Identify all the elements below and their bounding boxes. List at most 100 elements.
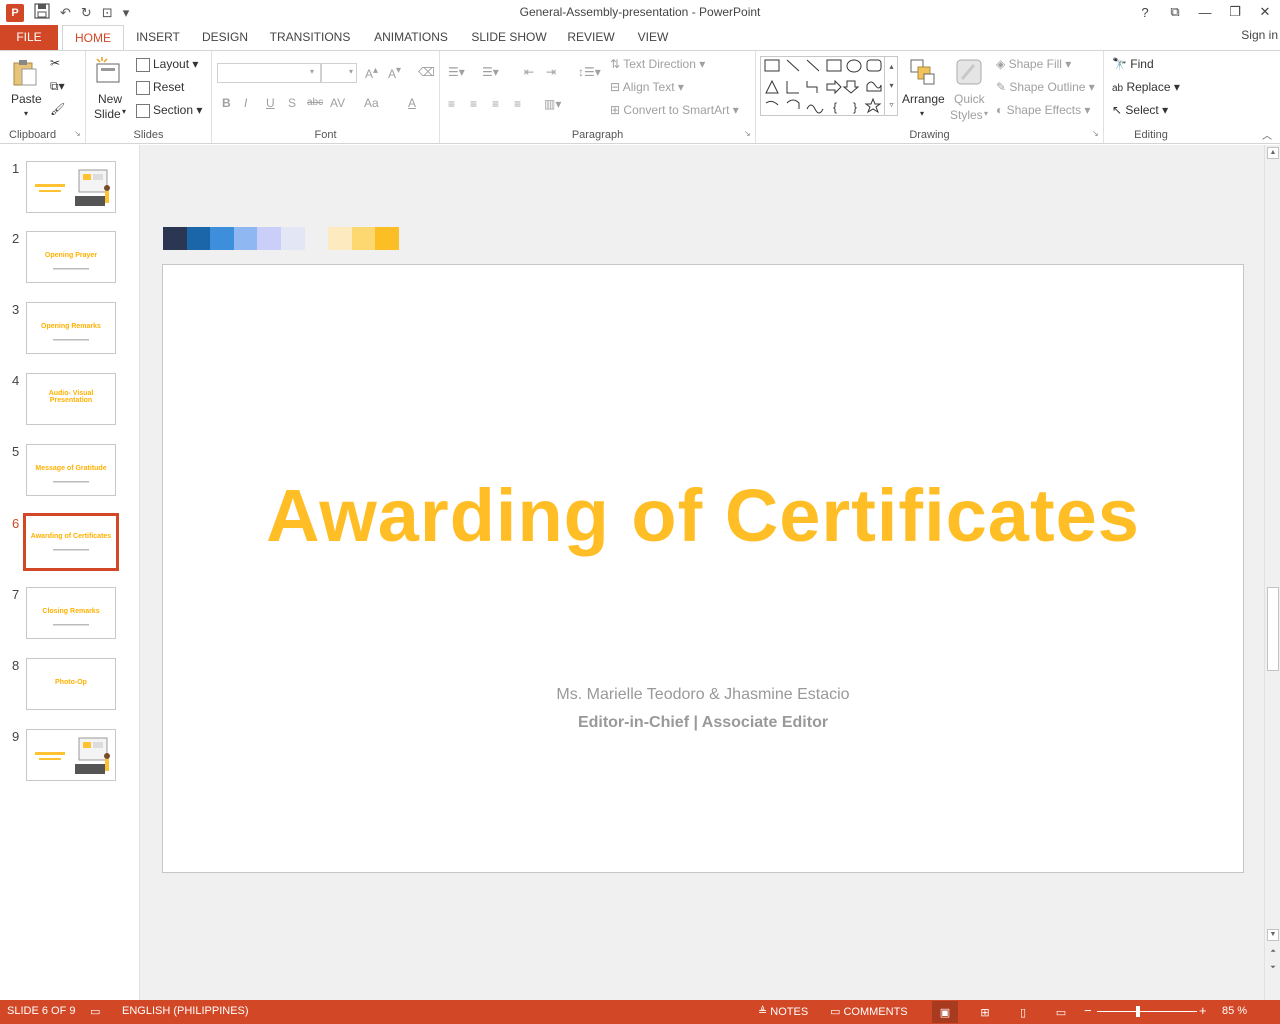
new-slide-icon[interactable] <box>94 56 124 86</box>
align-left-icon[interactable]: ≡ <box>448 97 455 111</box>
increase-indent-icon[interactable]: ⇥ <box>546 65 556 79</box>
format-painter-icon[interactable]: 🖌 <box>50 102 65 116</box>
tab-review[interactable]: REVIEW <box>562 25 620 50</box>
slide-thumbnail-6[interactable]: Awarding of Certificates <box>23 513 119 571</box>
font-color-button[interactable]: A <box>408 96 416 110</box>
normal-view-icon[interactable]: ▣ <box>932 1001 958 1023</box>
previous-slide-icon[interactable]: ⏶ <box>1267 947 1279 959</box>
thumbnail-row-6[interactable]: 6 Awarding of Certificates <box>0 513 140 576</box>
arrange-dropdown-icon[interactable]: ▾ <box>920 109 924 118</box>
replace-button[interactable]: ab Replace ▾ <box>1112 80 1180 94</box>
slide-thumbnail-2[interactable]: Opening Prayer <box>26 231 116 283</box>
slide-presenter-names[interactable]: Ms. Marielle Teodoro & Jhasmine Estacio <box>163 686 1243 704</box>
scroll-down-icon[interactable]: ▼ <box>1267 929 1279 941</box>
quick-styles-dropdown-icon[interactable]: ▾ <box>984 109 988 118</box>
slide-thumbnail-7[interactable]: Closing Remarks <box>26 587 116 639</box>
align-center-icon[interactable]: ≡ <box>470 97 477 111</box>
tab-file[interactable]: FILE <box>0 25 58 50</box>
tab-slide-show[interactable]: SLIDE SHOW <box>466 25 552 50</box>
decrease-font-size-icon[interactable]: A▾ <box>388 65 401 81</box>
slide-show-view-icon[interactable]: ▭ <box>1048 1001 1074 1023</box>
spelling-check-icon[interactable]: ▭ <box>90 1005 100 1018</box>
paste-dropdown-icon[interactable]: ▾ <box>24 109 28 118</box>
copy-icon[interactable]: ⧉▾ <box>50 79 65 94</box>
section-button[interactable]: Section ▾ <box>136 103 202 118</box>
text-shadow-button[interactable]: S <box>288 96 296 110</box>
new-slide-label-1[interactable]: New <box>98 92 122 106</box>
shape-fill-button[interactable]: ◈ Shape Fill ▾ <box>996 57 1071 71</box>
current-slide[interactable]: Awarding of Certificates Ms. Marielle Te… <box>162 264 1244 873</box>
slide-presenter-roles[interactable]: Editor-in-Chief | Associate Editor <box>163 714 1243 732</box>
slide-thumbnail-1[interactable] <box>26 161 116 213</box>
reset-button[interactable]: Reset <box>136 80 184 95</box>
quick-styles-label-2[interactable]: Styles <box>950 108 983 122</box>
thumbnail-row-8[interactable]: 8 Photo-Op <box>0 658 140 718</box>
thumbnail-row-3[interactable]: 3 Opening Remarks <box>0 302 140 362</box>
slide-thumbnail-4[interactable]: Audio- Visual Presentation <box>26 373 116 425</box>
tab-transitions[interactable]: TRANSITIONS <box>264 25 356 50</box>
paragraph-launcher-icon[interactable]: ↘ <box>744 129 751 138</box>
comments-button[interactable]: ▭ COMMENTS <box>830 1005 908 1018</box>
convert-smartart-button[interactable]: ⊞ Convert to SmartArt ▾ <box>610 103 739 117</box>
zoom-in-icon[interactable]: + <box>1199 1003 1207 1018</box>
font-family-dropdown-icon[interactable]: ▾ <box>310 67 314 76</box>
strikethrough-button[interactable]: abc <box>307 97 323 108</box>
bullets-icon[interactable]: ☰▾ <box>448 65 465 79</box>
reading-view-icon[interactable]: ▯ <box>1010 1001 1036 1023</box>
thumbnail-row-4[interactable]: 4 Audio- Visual Presentation <box>0 373 140 433</box>
ribbon-display-options-button[interactable]: ⧉ <box>1160 0 1190 24</box>
slide-title[interactable]: Awarding of Certificates <box>163 473 1243 558</box>
slide-thumbnail-8[interactable]: Photo-Op <box>26 658 116 710</box>
justify-icon[interactable]: ≡ <box>514 97 521 111</box>
notes-button[interactable]: ≜ NOTES <box>758 1005 808 1018</box>
language-indicator[interactable]: ENGLISH (PHILIPPINES) <box>122 1005 249 1017</box>
change-case-button[interactable]: Aa <box>364 96 379 110</box>
arrange-icon[interactable] <box>908 57 938 87</box>
layout-button[interactable]: Layout ▾ <box>136 57 198 72</box>
collapse-ribbon-icon[interactable]: ︿ <box>1262 127 1272 142</box>
thumbnail-row-7[interactable]: 7 Closing Remarks <box>0 587 140 647</box>
thumbnail-row-5[interactable]: 5 Message of Gratitude <box>0 444 140 504</box>
font-size-dropdown-icon[interactable]: ▾ <box>349 67 353 76</box>
font-family-select[interactable] <box>217 63 321 83</box>
tab-design[interactable]: DESIGN <box>196 25 254 50</box>
quick-styles-icon[interactable] <box>954 57 984 87</box>
thumbnail-row-1[interactable]: 1 <box>0 161 140 221</box>
close-button[interactable]: ✕ <box>1250 0 1280 24</box>
cut-icon[interactable]: ✂ <box>50 56 60 70</box>
increase-font-size-icon[interactable]: A▴ <box>365 65 378 81</box>
slide-sorter-view-icon[interactable]: ⊞ <box>972 1001 998 1023</box>
slide-thumbnail-5[interactable]: Message of Gratitude <box>26 444 116 496</box>
paste-button[interactable]: Paste <box>11 92 42 106</box>
underline-button[interactable]: U <box>266 96 275 110</box>
numbering-icon[interactable]: ☰▾ <box>482 65 499 79</box>
tab-home[interactable]: HOME <box>62 25 124 51</box>
tab-insert[interactable]: INSERT <box>130 25 186 50</box>
thumbnail-row-2[interactable]: 2 Opening Prayer <box>0 231 140 291</box>
restore-button[interactable]: ❐ <box>1220 0 1250 24</box>
align-text-button[interactable]: ⊟ Align Text ▾ <box>610 80 684 94</box>
zoom-level[interactable]: 85 % <box>1222 1005 1247 1017</box>
find-button[interactable]: 🔭 Find <box>1112 57 1154 71</box>
drawing-launcher-icon[interactable]: ↘ <box>1092 129 1099 138</box>
columns-icon[interactable]: ▥▾ <box>544 97 561 111</box>
tab-animations[interactable]: ANIMATIONS <box>366 25 456 50</box>
line-spacing-icon[interactable]: ↕☰▾ <box>578 65 601 79</box>
zoom-out-icon[interactable]: − <box>1084 1003 1092 1018</box>
text-direction-button[interactable]: ⇅ Text Direction ▾ <box>610 57 705 71</box>
help-button[interactable]: ? <box>1130 0 1160 24</box>
shape-outline-button[interactable]: ✎ Shape Outline ▾ <box>996 80 1095 94</box>
shapes-gallery-scroll[interactable]: ▴ ▾ ▿ <box>884 57 898 115</box>
shape-effects-button[interactable]: ◐ Shape Effects ▾ <box>996 103 1090 117</box>
thumbnail-row-9[interactable]: 9 <box>0 729 140 789</box>
paste-icon[interactable] <box>10 57 40 87</box>
sign-in-link[interactable]: Sign in <box>1241 28 1278 42</box>
zoom-slider-track[interactable] <box>1097 1011 1197 1012</box>
new-slide-label-2[interactable]: Slide <box>94 107 121 121</box>
scroll-up-icon[interactable]: ▲ <box>1267 147 1279 159</box>
shapes-gallery[interactable]: {} <box>760 56 898 116</box>
tab-view[interactable]: VIEW <box>630 25 676 50</box>
zoom-slider-knob[interactable] <box>1136 1006 1140 1017</box>
new-slide-dropdown-icon[interactable]: ▾ <box>122 107 126 116</box>
bold-button[interactable]: B <box>222 96 231 110</box>
